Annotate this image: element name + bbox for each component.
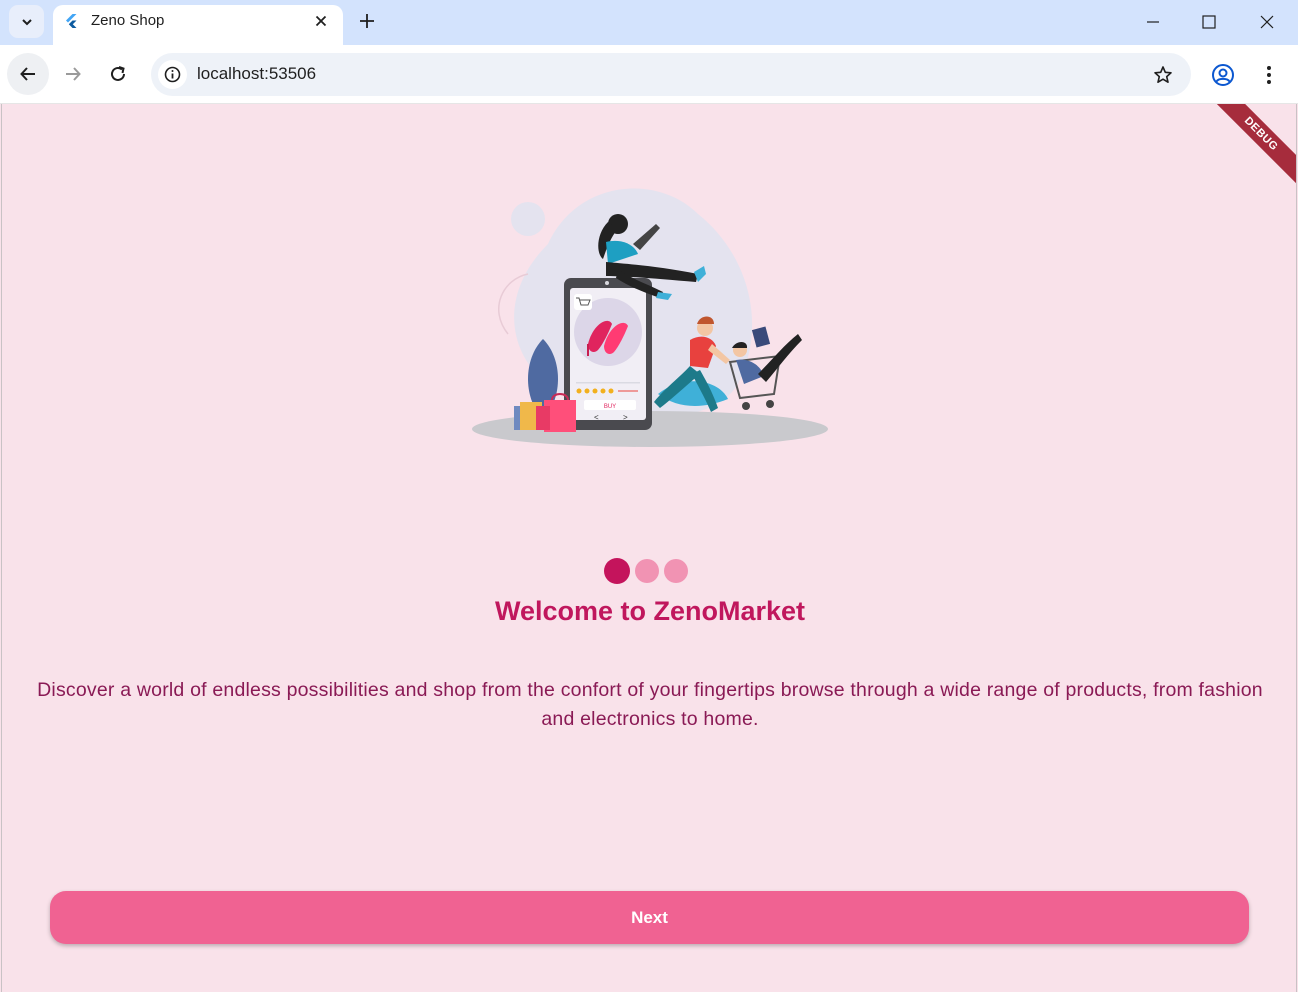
tab-close-button[interactable] <box>311 11 331 31</box>
phone-buy-label: BUY <box>604 404 616 410</box>
minimize-button[interactable] <box>1141 10 1165 34</box>
more-vert-icon <box>1267 66 1271 84</box>
bookmark-button[interactable] <box>1151 63 1175 87</box>
tab-search-button[interactable] <box>9 5 44 38</box>
phone-prev-label: < <box>594 413 599 422</box>
page-dot-1[interactable] <box>604 558 630 584</box>
next-button-label: Next <box>631 907 668 927</box>
maximize-button[interactable] <box>1197 10 1221 34</box>
browser-tab-bar: Zeno Shop <box>0 0 1298 45</box>
url-text: localhost:53506 <box>197 64 317 83</box>
page-indicator <box>604 558 688 584</box>
back-button[interactable] <box>7 53 49 95</box>
maximize-icon <box>1202 15 1216 29</box>
onboarding-title: Welcome to ZenoMarket <box>494 596 806 626</box>
profile-button[interactable] <box>1209 61 1237 89</box>
next-button[interactable]: Next <box>50 891 1249 944</box>
app-viewport: DEBUG BUY < > Welcome to ZenoMarket Disc… <box>1 104 1297 992</box>
account-icon <box>1212 64 1234 86</box>
chevron-down-icon <box>21 18 32 25</box>
forward-button[interactable] <box>52 53 94 95</box>
star-icon <box>1154 66 1172 83</box>
info-icon <box>164 66 181 83</box>
flutter-icon <box>66 14 77 28</box>
browser-tab[interactable]: Zeno Shop <box>53 5 343 45</box>
phone-next-label: > <box>623 413 628 422</box>
close-icon <box>1260 15 1274 29</box>
new-tab-button[interactable] <box>356 10 378 32</box>
arrow-left-icon <box>20 67 35 81</box>
plus-icon <box>360 14 374 28</box>
page-dot-2[interactable] <box>635 559 659 583</box>
onboarding-illustration: BUY < > <box>472 188 828 447</box>
minimize-icon <box>1147 21 1159 23</box>
window-close-button[interactable] <box>1255 10 1279 34</box>
address-bar[interactable]: localhost:53506 <box>151 53 1191 96</box>
browser-toolbar: localhost:53506 <box>0 45 1298 104</box>
reload-icon <box>111 66 125 81</box>
site-info-button[interactable] <box>158 60 187 89</box>
onboarding-description: Discover a world of endless possibilitie… <box>37 679 1263 730</box>
browser-menu-button[interactable] <box>1255 61 1283 89</box>
tab-title: Zeno Shop <box>91 12 165 29</box>
reload-button[interactable] <box>97 53 139 95</box>
page-dot-3[interactable] <box>664 559 688 583</box>
arrow-right-icon <box>66 67 81 81</box>
close-icon <box>315 15 327 27</box>
debug-banner: DEBUG <box>1204 104 1296 191</box>
